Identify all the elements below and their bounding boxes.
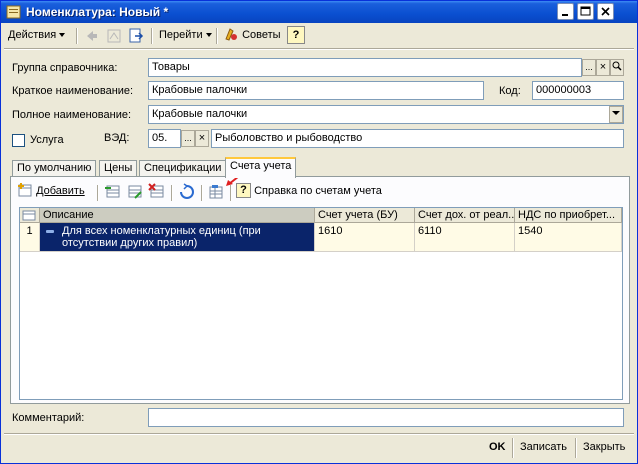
- bottom-separator: [575, 438, 577, 458]
- ved-name-field: Рыболовство и рыбоводство: [211, 129, 624, 148]
- refresh-icon[interactable]: [178, 183, 196, 201]
- column-header-account-bu[interactable]: Счет учета (БУ): [315, 208, 415, 223]
- short-name-field[interactable]: Крабовые палочки: [148, 81, 484, 100]
- copy-row-icon[interactable]: [104, 183, 122, 201]
- group-field[interactable]: Товары: [148, 58, 582, 77]
- comment-field[interactable]: [148, 408, 624, 427]
- window-title: Номенклатура: Новый *: [26, 5, 169, 19]
- tab-accounts[interactable]: Счета учета: [225, 157, 297, 178]
- tab-default[interactable]: По умолчанию: [12, 160, 97, 177]
- comment-label: Комментарий:: [12, 412, 85, 424]
- toolbar-separator: [97, 185, 99, 201]
- ved-label: ВЭД:: [104, 132, 130, 144]
- bottom-divider: [4, 433, 634, 435]
- code-field[interactable]: 000000003: [532, 81, 624, 100]
- minimize-button[interactable]: [557, 3, 574, 20]
- ved-code-field[interactable]: 05.: [148, 129, 181, 148]
- document-link-icon[interactable]: [127, 27, 145, 45]
- row-marker-icon: [46, 230, 54, 233]
- help-icon: ?: [236, 183, 251, 198]
- tab-specifications[interactable]: Спецификации: [139, 160, 227, 177]
- goto-label: Перейти: [159, 29, 203, 41]
- short-name-label: Краткое наименование:: [12, 85, 134, 97]
- save-button[interactable]: Записать: [520, 439, 567, 457]
- table-row-description[interactable]: Для всех номенклатурных единиц (при отсу…: [40, 223, 315, 252]
- toolbar-separator: [230, 185, 232, 201]
- group-clear-button[interactable]: ×: [596, 59, 610, 76]
- back-icon[interactable]: [83, 27, 101, 45]
- close-button[interactable]: Закрыть: [583, 439, 625, 457]
- chevron-down-icon: [612, 111, 620, 115]
- group-select-button[interactable]: ...: [582, 59, 596, 76]
- accounts-tab-panel: Добавить ? Справка по счетам учета Описа…: [10, 172, 630, 404]
- help-accounts-button[interactable]: ? Справка по счетам учета: [236, 182, 382, 200]
- ved-select-button[interactable]: ...: [181, 130, 195, 147]
- tips-icon: [225, 28, 237, 41]
- toolbar-separator: [151, 28, 153, 44]
- service-checkbox[interactable]: [12, 134, 25, 147]
- group-label: Группа справочника:: [12, 62, 118, 74]
- add-row-icon: [18, 183, 32, 197]
- delete-row-icon[interactable]: [148, 183, 166, 201]
- goto-menu[interactable]: Перейти: [159, 25, 212, 47]
- toolbar-separator: [201, 185, 203, 201]
- toolbar-divider: [4, 48, 634, 50]
- help-button[interactable]: ?: [287, 26, 305, 44]
- row-description: Для всех номенклатурных единиц (при отсу…: [62, 225, 261, 249]
- add-row-button[interactable]: Добавить: [17, 182, 85, 200]
- column-header-vat[interactable]: НДС по приобрет...: [515, 208, 622, 223]
- toolbar-separator: [171, 185, 173, 201]
- group-open-button[interactable]: [610, 59, 624, 76]
- chevron-down-icon: [205, 33, 212, 38]
- app-icon: [6, 4, 22, 20]
- row-number-header[interactable]: [20, 208, 40, 223]
- chevron-down-icon: [59, 33, 66, 38]
- row-income-account[interactable]: 6110: [415, 223, 515, 252]
- table-settings-icon: [22, 210, 36, 221]
- tips-button[interactable]: Советы: [223, 25, 281, 47]
- structure-icon[interactable]: [105, 27, 123, 45]
- row-number: 1: [20, 223, 40, 252]
- toolbar-separator: [216, 28, 218, 44]
- maximize-button[interactable]: [577, 3, 594, 20]
- row-vat-account[interactable]: 1540: [515, 223, 622, 252]
- nomenclature-window: Номенклатура: Новый * Действия Перейти С…: [0, 0, 638, 464]
- accounts-table[interactable]: Описание Счет учета (БУ) Счет дох. от ре…: [19, 207, 623, 400]
- actions-menu[interactable]: Действия: [8, 25, 66, 47]
- row-account-bu[interactable]: 1610: [315, 223, 415, 252]
- help-accounts-label: Справка по счетам учета: [254, 185, 382, 197]
- main-toolbar: Действия Перейти Советы ?: [4, 25, 634, 47]
- actions-label: Действия: [8, 29, 57, 41]
- column-header-income-account[interactable]: Счет дох. от реал...: [415, 208, 515, 223]
- ved-clear-button[interactable]: ×: [195, 130, 209, 147]
- tips-label: Советы: [242, 29, 281, 41]
- close-window-button[interactable]: [597, 3, 614, 20]
- tab-prices[interactable]: Цены: [99, 160, 138, 177]
- full-name-label: Полное наименование:: [12, 109, 132, 121]
- full-name-dropdown-button[interactable]: [609, 106, 623, 123]
- column-header-description[interactable]: Описание: [40, 208, 315, 223]
- magnifier-icon: [612, 61, 622, 71]
- bottom-separator: [512, 438, 514, 458]
- toolbar-separator: [76, 28, 78, 44]
- ok-button[interactable]: OK: [489, 439, 506, 457]
- full-name-field[interactable]: Крабовые палочки: [148, 105, 624, 124]
- title-bar[interactable]: Номенклатура: Новый *: [1, 1, 637, 23]
- service-label: Услуга: [30, 134, 64, 146]
- edit-row-icon[interactable]: [126, 183, 144, 201]
- add-label: Добавить: [36, 185, 85, 197]
- code-label: Код:: [499, 85, 521, 97]
